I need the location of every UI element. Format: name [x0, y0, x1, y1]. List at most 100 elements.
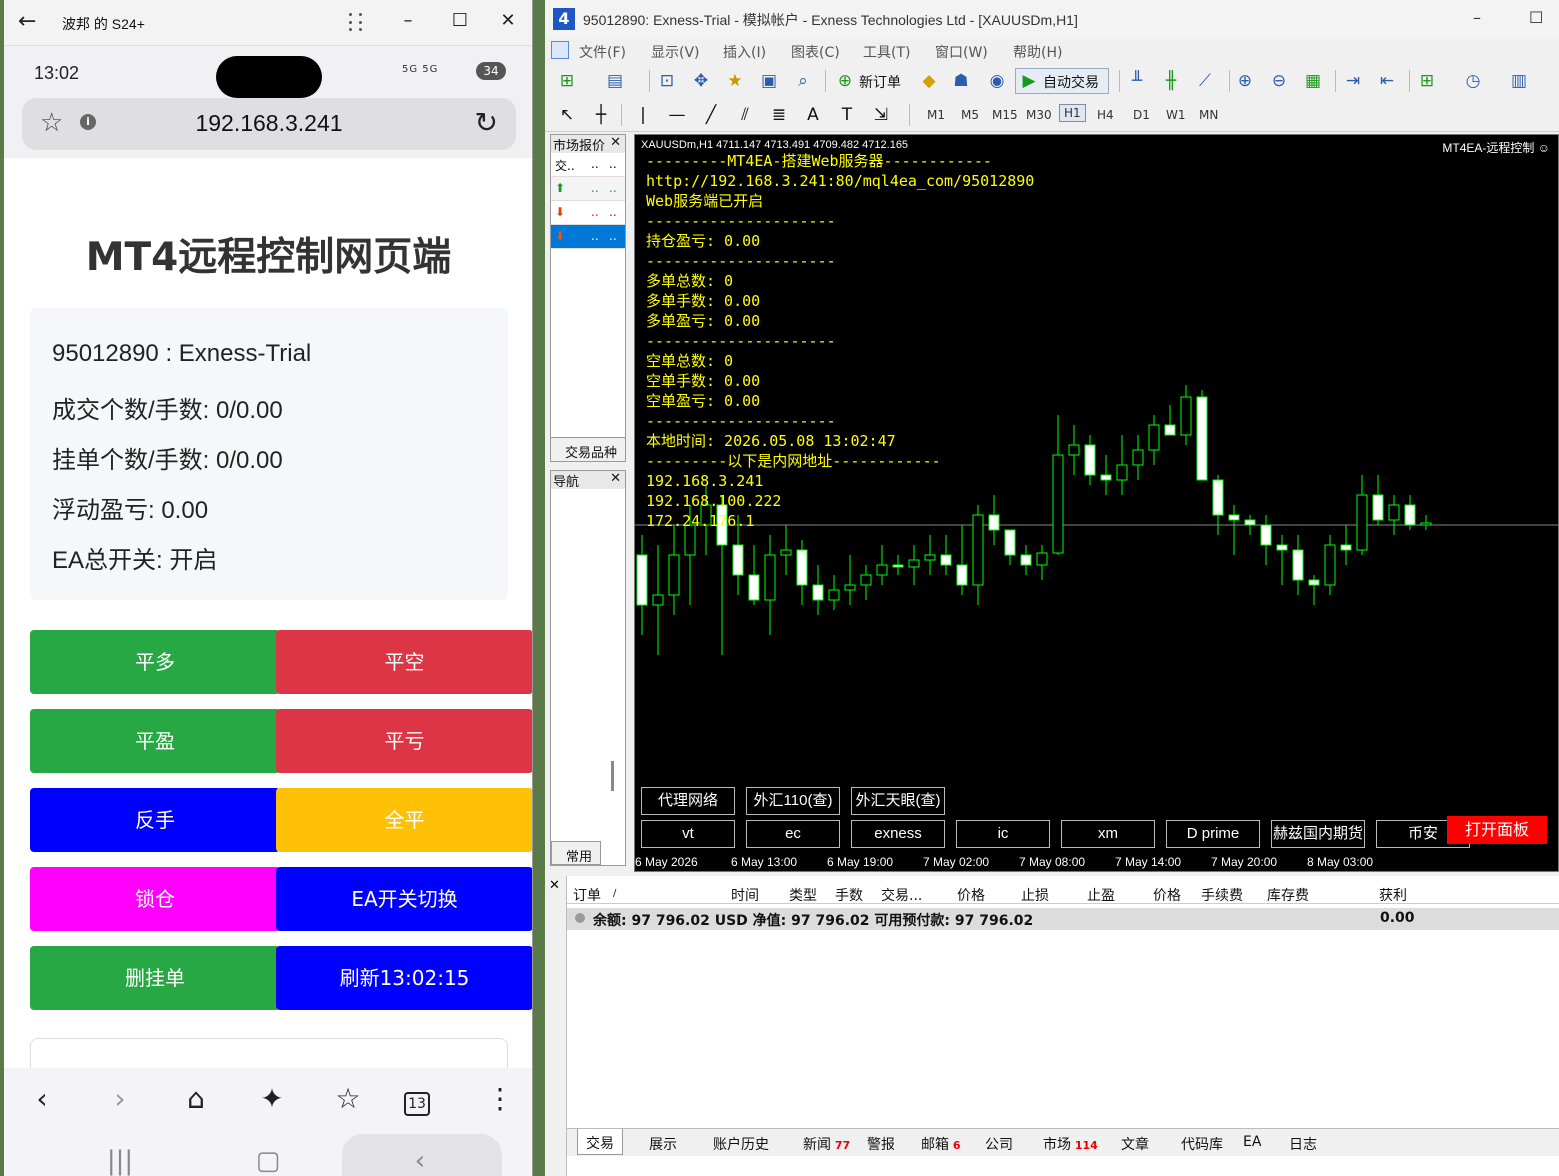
channel-icon[interactable]: ⫽ — [733, 104, 757, 126]
timeframe-h1[interactable]: H1 — [1059, 104, 1086, 122]
col-price2[interactable]: 价格 — [1153, 885, 1181, 905]
bookmark-star-icon[interactable]: ☆ — [328, 1082, 368, 1115]
vertical-line-icon[interactable]: | — [631, 104, 655, 126]
back-arrow-icon[interactable]: ← — [18, 9, 36, 34]
timeframe-mn[interactable]: MN — [1199, 108, 1218, 122]
list-item[interactable]: ⬇ .. .. — [551, 225, 625, 249]
terminal-tab[interactable]: 交易 — [577, 1129, 623, 1155]
wikifx-button[interactable]: 外汇天眼(查) — [851, 787, 945, 815]
col-symbol[interactable]: 交易... — [881, 885, 922, 905]
periods-icon[interactable]: ◷ — [1461, 70, 1485, 92]
proxy-network-button[interactable]: 代理网络 — [641, 787, 735, 815]
profiles-icon[interactable]: ▤ — [603, 70, 627, 92]
terminal-tab[interactable]: EA — [1243, 1134, 1261, 1150]
home-circle-icon[interactable]: ▢ — [248, 1146, 288, 1176]
broker-ec-button[interactable]: ec — [746, 820, 840, 848]
balance-row[interactable]: 余额: 97 796.02 USD 净值: 97 796.02 可用预付款: 9… — [567, 908, 1559, 930]
terminal-icon[interactable]: ▣ — [757, 70, 781, 92]
home-icon[interactable]: ⌂ — [176, 1082, 216, 1115]
system-back-icon[interactable]: ‹ — [400, 1146, 440, 1176]
terminal-tab[interactable]: 公司 — [985, 1134, 1013, 1154]
zoom-out-icon[interactable]: ⊖ — [1267, 70, 1291, 92]
new-order-button[interactable]: 新订单 — [859, 72, 901, 92]
navigator-icon[interactable]: ★ — [723, 70, 747, 92]
forward-icon[interactable]: › — [100, 1082, 140, 1115]
terminal-tab[interactable]: 邮箱 6 — [921, 1134, 960, 1154]
terminal-tab[interactable]: 市场 114 — [1043, 1134, 1098, 1154]
col-type[interactable]: 类型 — [789, 885, 817, 905]
autoscroll-icon[interactable]: ⇤ — [1375, 70, 1399, 92]
refresh-button[interactable]: 刷新13:02:15 — [276, 946, 532, 1010]
text-label-icon[interactable]: T — [835, 104, 859, 126]
fibonacci-icon[interactable]: ≣ — [767, 104, 791, 126]
market-watch-icon[interactable]: ⊡ — [655, 70, 679, 92]
arrows-icon[interactable]: ⇲ — [869, 104, 893, 126]
menu-insert[interactable]: 插入(I) — [723, 42, 766, 62]
timeframe-m1[interactable]: M1 — [927, 108, 945, 122]
list-item[interactable]: ⬆ .. .. — [551, 177, 625, 201]
metaeditor-icon[interactable]: ◆ — [917, 70, 941, 92]
close-loss-button[interactable]: 平亏 — [276, 709, 532, 773]
col-time[interactable]: 时间 — [731, 885, 759, 905]
lock-position-button[interactable]: 锁仓 — [30, 867, 280, 931]
scrollbar[interactable] — [611, 761, 614, 791]
text-icon[interactable]: A — [801, 104, 825, 126]
vps-icon[interactable]: ◉ — [985, 70, 1009, 92]
terminal-tab[interactable]: 警报 — [867, 1134, 895, 1154]
terminal-tab[interactable]: 文章 — [1121, 1134, 1149, 1154]
timeframe-m15[interactable]: M15 — [992, 108, 1018, 122]
menu-tools[interactable]: 工具(T) — [863, 42, 910, 62]
timeframe-h4[interactable]: H4 — [1097, 108, 1114, 122]
menu-charts[interactable]: 图表(C) — [791, 42, 840, 62]
data-window-icon[interactable]: ✥ — [689, 70, 713, 92]
terminal-tab[interactable]: 日志 — [1289, 1134, 1317, 1154]
menu-file[interactable]: 文件(F) — [579, 42, 626, 62]
new-chart-icon[interactable]: ⊞ — [555, 70, 579, 92]
close-profit-button[interactable]: 平盈 — [30, 709, 280, 773]
list-item[interactable]: ⬇ .. .. — [551, 201, 625, 225]
close-long-button[interactable]: 平多 — [30, 630, 280, 694]
symbol-col[interactable]: 交.. — [555, 157, 575, 174]
ask-col[interactable]: .. — [609, 157, 617, 171]
broker-vt-button[interactable]: vt — [641, 820, 735, 848]
menu-help[interactable]: 帮助(H) — [1013, 42, 1062, 62]
sparkle-icon[interactable]: ✦ — [252, 1082, 292, 1115]
close-short-button[interactable]: 平空 — [276, 630, 532, 694]
col-tp[interactable]: 止盈 — [1087, 885, 1115, 905]
crosshair-icon[interactable]: ┼ — [589, 104, 613, 126]
new-order-icon[interactable]: ⊕ — [833, 70, 857, 92]
candlestick-icon[interactable]: ╫ — [1159, 70, 1183, 92]
forex110-button[interactable]: 外汇110(查) — [746, 787, 840, 815]
col-sl[interactable]: 止损 — [1021, 885, 1049, 905]
indicators-icon[interactable]: ⊞ — [1415, 70, 1439, 92]
tile-windows-icon[interactable]: ▦ — [1301, 70, 1325, 92]
col-commission[interactable]: 手续费 — [1201, 885, 1243, 905]
col-lots[interactable]: 手数 — [835, 885, 863, 905]
terminal-tab[interactable]: 账户历史 — [713, 1134, 769, 1154]
open-panel-button[interactable]: 打开面板 — [1447, 816, 1547, 844]
col-swap[interactable]: 库存费 — [1267, 885, 1309, 905]
close-icon[interactable]: ✕ — [610, 135, 621, 150]
col-price[interactable]: 价格 — [957, 885, 985, 905]
menu-view[interactable]: 显示(V) — [651, 42, 700, 62]
trendline-icon[interactable]: ╱ — [699, 104, 723, 126]
close-icon[interactable]: ✕ — [498, 10, 518, 31]
back-icon[interactable]: ‹ — [22, 1082, 62, 1115]
minimize-icon[interactable]: – — [398, 10, 418, 31]
col-order[interactable]: 订单 — [573, 885, 601, 905]
col-profit[interactable]: 获利 — [1379, 885, 1407, 905]
signals-icon[interactable]: ☗ — [949, 70, 973, 92]
drag-handle-icon[interactable] — [349, 13, 365, 33]
terminal-tab[interactable]: 代码库 — [1181, 1134, 1223, 1154]
col-sort[interactable]: / — [613, 888, 616, 899]
terminal-tab[interactable]: 新闻 77 — [803, 1134, 850, 1154]
broker-ic-button[interactable]: ic — [956, 820, 1050, 848]
bid-col[interactable]: .. — [591, 157, 599, 171]
broker-xm-button[interactable]: xm — [1061, 820, 1155, 848]
timeframe-d1[interactable]: D1 — [1133, 108, 1150, 122]
minimize-icon[interactable]: – — [1473, 8, 1481, 27]
close-all-button[interactable]: 全平 — [276, 788, 532, 852]
recent-apps-icon[interactable]: ||| — [100, 1146, 140, 1176]
terminal-tab[interactable]: 展示 — [649, 1134, 677, 1154]
timeframe-m30[interactable]: M30 — [1026, 108, 1052, 122]
